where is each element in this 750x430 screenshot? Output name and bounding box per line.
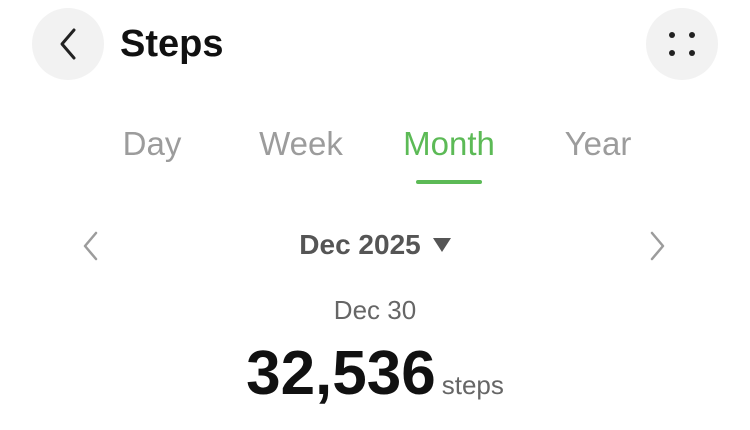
period-selector[interactable]: Dec 2025 — [299, 224, 451, 266]
steps-unit: steps — [441, 370, 504, 400]
more-options-button[interactable] — [646, 8, 718, 80]
next-period-button[interactable] — [638, 226, 678, 266]
chevron-left-icon — [60, 28, 76, 60]
grid-dots-icon — [669, 32, 695, 56]
active-tab-indicator — [416, 180, 482, 184]
chevron-right-icon — [650, 231, 665, 261]
caret-down-icon — [432, 238, 451, 252]
period-tabs: Day Week Month Year — [0, 120, 750, 190]
steps-value: 32,536 — [246, 339, 436, 408]
tab-day[interactable]: Day — [77, 120, 227, 168]
page-title: Steps — [120, 23, 224, 65]
tab-year[interactable]: Year — [523, 120, 673, 168]
period-label: Dec 2025 — [299, 229, 421, 260]
steps-screen: Steps Day Week Month Year Dec 2025 Dec 3… — [0, 0, 750, 430]
selected-date: Dec 30 — [333, 295, 417, 325]
tab-month[interactable]: Month — [374, 120, 524, 168]
tab-week[interactable]: Week — [226, 120, 376, 168]
back-button[interactable] — [32, 8, 104, 80]
steps-summary: 32,536 steps — [0, 336, 750, 412]
